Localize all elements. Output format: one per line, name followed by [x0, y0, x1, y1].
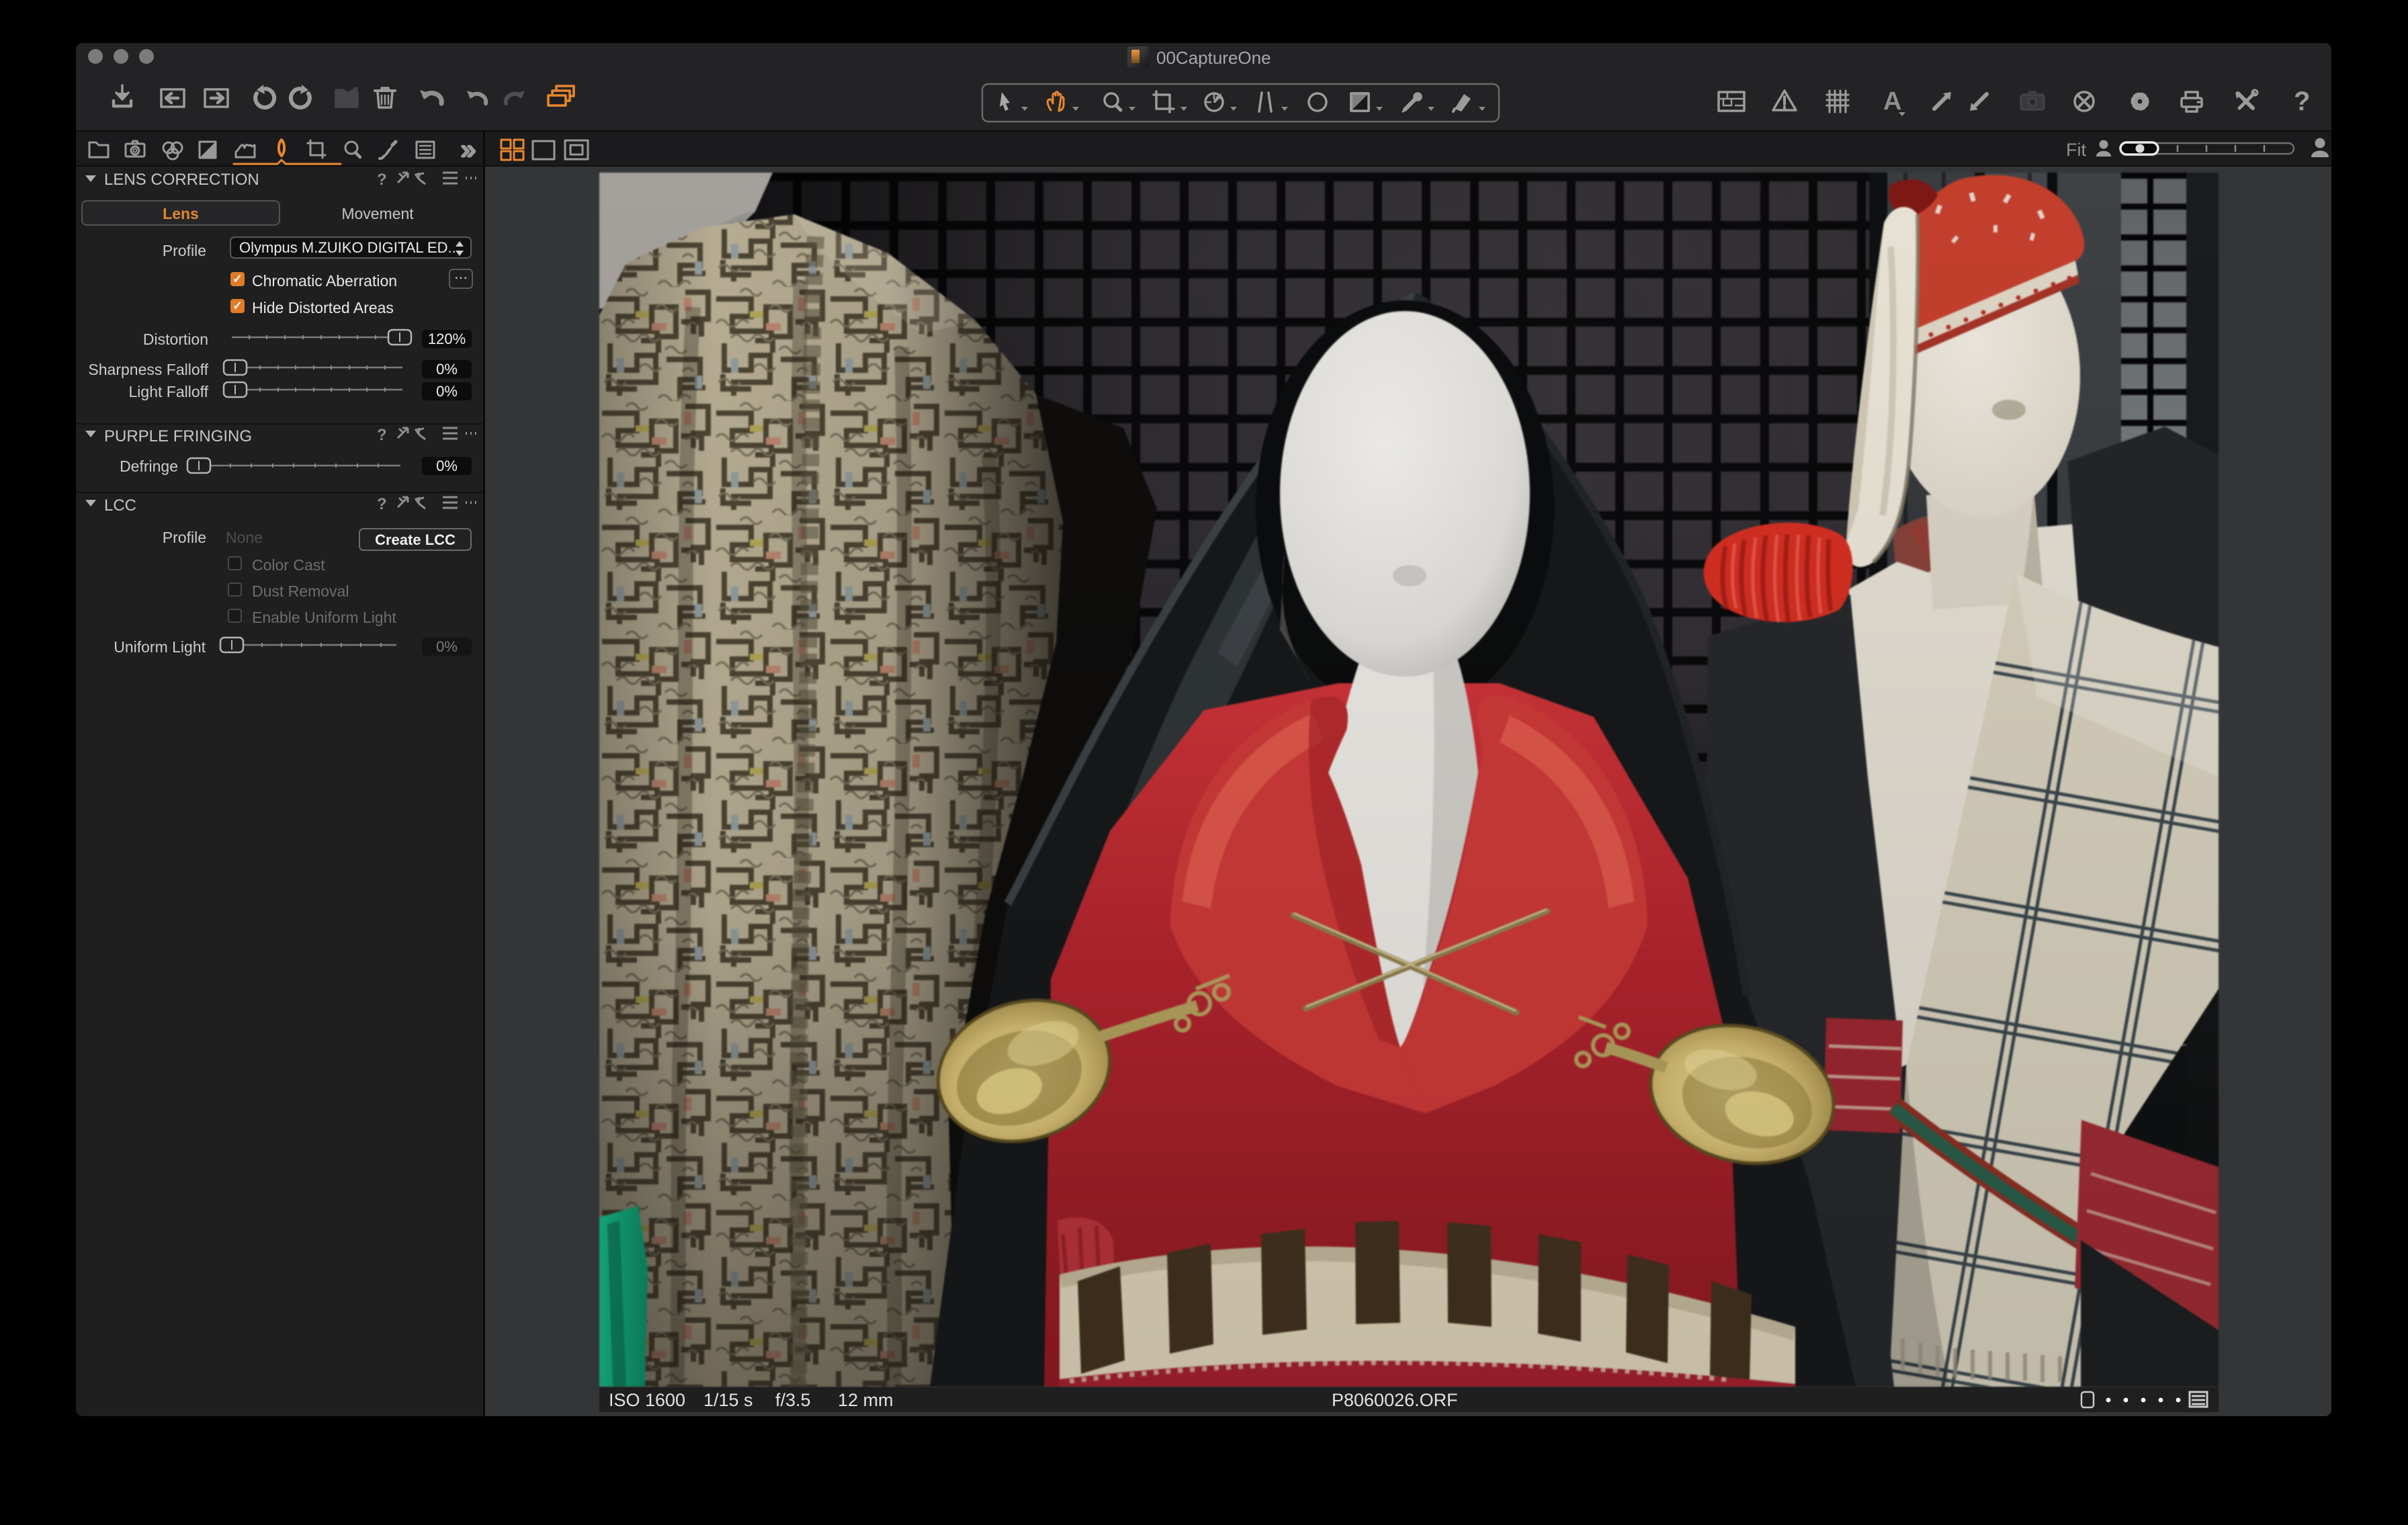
svg-text:»: » [461, 135, 476, 165]
svg-text:?: ? [377, 171, 387, 189]
svg-text:?: ? [377, 495, 387, 513]
svg-text:?: ? [377, 426, 387, 444]
svg-text:?: ? [2294, 87, 2310, 116]
svg-text:Fit: Fit [2066, 140, 2086, 160]
svg-text:A: A [1883, 87, 1901, 116]
